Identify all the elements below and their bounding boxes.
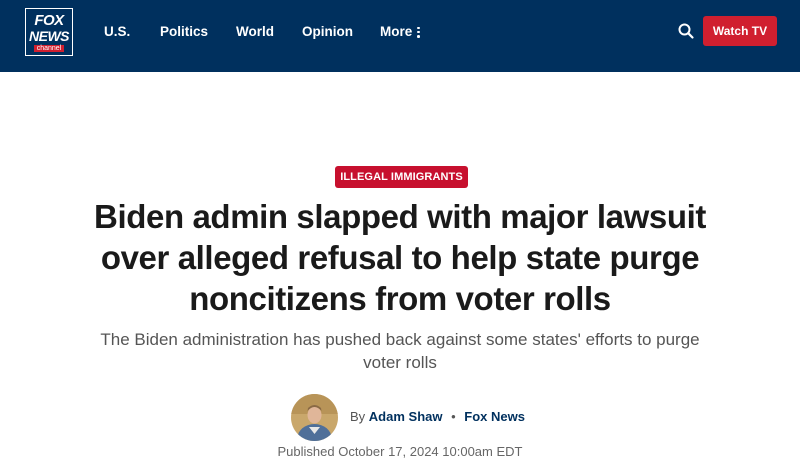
vertical-dots-icon [417, 26, 420, 38]
author-link[interactable]: Adam Shaw [369, 409, 443, 424]
logo-line-2: NEWS [29, 27, 70, 44]
watch-tv-button[interactable]: Watch TV [703, 16, 777, 46]
byline-separator: • [451, 409, 456, 424]
article-subheadline: The Biden administration has pushed back… [100, 330, 700, 372]
byline: By Adam Shaw • Fox News [350, 409, 525, 424]
nav-item-more[interactable]: More [380, 23, 420, 41]
category-badge[interactable]: ILLEGAL IMMIGRANTS [335, 166, 468, 188]
published-timestamp: Published October 17, 2024 10:00am EDT [277, 444, 523, 459]
article-headline: Biden admin slapped with major lawsuit o… [94, 198, 706, 317]
nav-item-politics[interactable]: Politics [160, 23, 236, 41]
top-navigation-bar: FOX NEWS channel U.S. Politics World Opi… [0, 0, 800, 72]
nav-item-us[interactable]: U.S. [104, 23, 160, 41]
author-avatar[interactable] [291, 394, 338, 441]
nav-item-world[interactable]: World [236, 23, 302, 41]
nav-item-opinion[interactable]: Opinion [302, 23, 380, 41]
nav-item-more-label: More [380, 24, 413, 39]
search-icon[interactable] [677, 22, 695, 40]
byline-prefix: By [350, 409, 366, 424]
main-nav: U.S. Politics World Opinion More [104, 23, 420, 41]
fox-news-logo[interactable]: FOX NEWS channel [25, 8, 73, 56]
source-link[interactable]: Fox News [464, 409, 525, 424]
logo-line-3: channel [33, 44, 65, 52]
logo-line-1: FOX [34, 11, 64, 29]
